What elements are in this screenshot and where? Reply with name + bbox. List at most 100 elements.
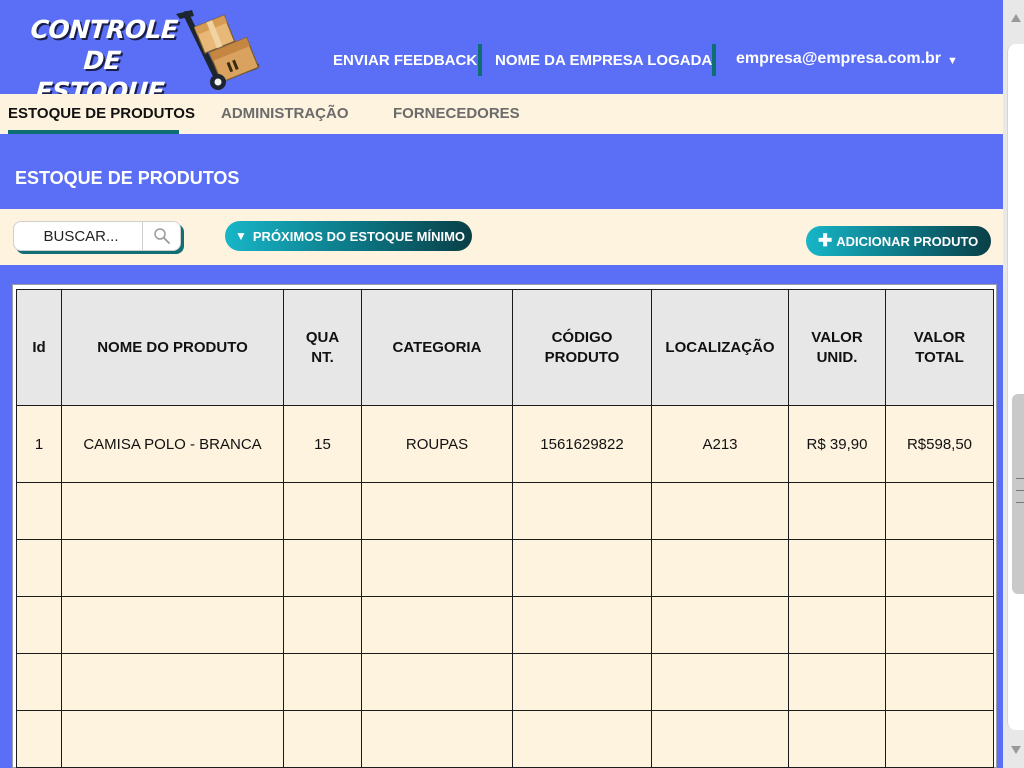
table-row-empty (16, 482, 994, 540)
scrollbar-grip (1016, 478, 1024, 479)
tab-stock-products[interactable]: ESTOQUE DE PRODUTOS (8, 105, 195, 122)
empty-cell (512, 710, 652, 768)
products-table-container: Id NOME DO PRODUTO QUA NT. CATEGORIA CÓDI… (12, 284, 997, 768)
send-feedback-link[interactable]: ENVIAR FEEDBACK (333, 52, 477, 69)
caret-down-icon: ▼ (947, 54, 958, 67)
empty-cell (361, 539, 513, 597)
empty-cell (16, 653, 62, 711)
empty-cell (361, 596, 513, 654)
cell-unit-value: R$ 39,90 (788, 405, 886, 483)
column-header-id[interactable]: Id (16, 289, 62, 406)
column-header-product-code[interactable]: CÓDIGO PRODUTO (512, 289, 652, 406)
empty-cell (788, 539, 886, 597)
toolbar: ▼ PRÓXIMOS DO ESTOQUE MÍNIMO ✚ ADICIONAR… (0, 209, 1003, 265)
company-name-wrap: NOME DA EMPRESA LOGADA (495, 40, 712, 80)
empty-cell (61, 482, 284, 540)
empty-cell (512, 596, 652, 654)
active-tab-indicator (8, 130, 179, 134)
empty-cell (885, 539, 994, 597)
empty-cell (885, 653, 994, 711)
empty-cell (788, 653, 886, 711)
tab-suppliers[interactable]: FORNECEDORES (393, 105, 520, 122)
add-product-label: ADICIONAR PRODUTO (836, 233, 979, 249)
scrollbar-track[interactable] (1007, 44, 1024, 730)
column-header-category[interactable]: CATEGORIA (361, 289, 513, 406)
top-header: CONTROLE DE ESTOQUE ENVIAR FEEDBACK NOME… (0, 0, 1003, 106)
search-icon (153, 228, 170, 244)
empty-cell (512, 482, 652, 540)
empty-cell (361, 710, 513, 768)
page-title: ESTOQUE DE PRODUTOS (15, 168, 240, 188)
empty-cell (885, 710, 994, 768)
table-row-empty (16, 653, 994, 711)
table-row-empty (16, 710, 994, 768)
empty-cell (788, 596, 886, 654)
empty-cell (283, 653, 362, 711)
empty-cell (283, 539, 362, 597)
empty-cell (651, 710, 789, 768)
app-logo[interactable]: CONTROLE DE ESTOQUE (22, 10, 262, 106)
vertical-scrollbar[interactable] (1003, 0, 1024, 768)
empty-cell (361, 653, 513, 711)
empty-cell (16, 710, 62, 768)
scroll-up-arrow-icon[interactable] (1011, 14, 1021, 22)
table-header-row: Id NOME DO PRODUTO QUA NT. CATEGORIA CÓDI… (16, 289, 994, 406)
scrollbar-grip (1016, 490, 1024, 491)
app-window: CONTROLE DE ESTOQUE ENVIAR FEEDBACK NOME… (0, 0, 1003, 768)
empty-cell (651, 482, 789, 540)
empty-cell (788, 710, 886, 768)
user-account-dropdown[interactable]: empresa@empresa.com.br ▼ (736, 50, 958, 68)
empty-cell (651, 596, 789, 654)
hand-truck-boxes-icon (176, 10, 260, 90)
empty-cell (885, 596, 994, 654)
triangle-down-icon: ▼ (235, 229, 247, 243)
empty-cell (61, 539, 284, 597)
table-row-empty (16, 596, 994, 654)
feedback-link-wrap: ENVIAR FEEDBACK (333, 40, 477, 80)
empty-cell (61, 710, 284, 768)
scrollbar-grip (1016, 502, 1024, 503)
cell-quantity: 15 (283, 405, 362, 483)
empty-cell (283, 596, 362, 654)
empty-cell (512, 539, 652, 597)
empty-cell (512, 653, 652, 711)
empty-cell (361, 482, 513, 540)
near-minimum-stock-button[interactable]: ▼ PRÓXIMOS DO ESTOQUE MÍNIMO (225, 221, 472, 251)
column-header-quantity[interactable]: QUA NT. (283, 289, 362, 406)
user-email: empresa@empresa.com.br (736, 50, 942, 67)
header-separator (478, 44, 482, 76)
cell-location: A213 (651, 405, 789, 483)
cell-product-code: 1561629822 (512, 405, 652, 483)
column-header-location[interactable]: LOCALIZAÇÃO (651, 289, 789, 406)
empty-cell (651, 653, 789, 711)
search-button[interactable] (142, 222, 180, 250)
tab-administration[interactable]: ADMINISTRAÇÃO (221, 105, 349, 122)
empty-cell (16, 482, 62, 540)
search-box (13, 221, 181, 251)
column-header-total-value[interactable]: VALOR TOTAL (885, 289, 994, 406)
table-row[interactable]: 1 CAMISA POLO - BRANCA 15 ROUPAS 1561629… (16, 405, 994, 483)
cell-id: 1 (16, 405, 62, 483)
plus-icon: ✚ (818, 231, 833, 250)
add-product-button[interactable]: ✚ ADICIONAR PRODUTO (806, 226, 991, 256)
search-input[interactable] (14, 222, 142, 250)
near-minimum-stock-label: PRÓXIMOS DO ESTOQUE MÍNIMO (252, 228, 466, 244)
empty-cell (61, 596, 284, 654)
cell-product-name: CAMISA POLO - BRANCA (61, 405, 284, 483)
column-header-unit-value[interactable]: VALOR UNID. (788, 289, 886, 406)
company-name-label: NOME DA EMPRESA LOGADA (495, 51, 713, 69)
scrollbar-thumb[interactable] (1012, 394, 1024, 594)
table-row-empty (16, 539, 994, 597)
logo-line-1: CONTROLE DE (29, 15, 179, 75)
column-header-product-name[interactable]: NOME DO PRODUTO (61, 289, 284, 406)
empty-cell (283, 710, 362, 768)
empty-cell (788, 482, 886, 540)
main-tabs: ESTOQUE DE PRODUTOS ADMINISTRAÇÃO FORNEC… (0, 94, 1003, 134)
empty-cell (283, 482, 362, 540)
empty-cell (651, 539, 789, 597)
scroll-down-arrow-icon[interactable] (1011, 746, 1021, 754)
cell-total-value: R$598,50 (885, 405, 994, 483)
empty-cell (61, 653, 284, 711)
empty-cell (885, 482, 994, 540)
products-table: Id NOME DO PRODUTO QUA NT. CATEGORIA CÓDI… (16, 289, 994, 768)
